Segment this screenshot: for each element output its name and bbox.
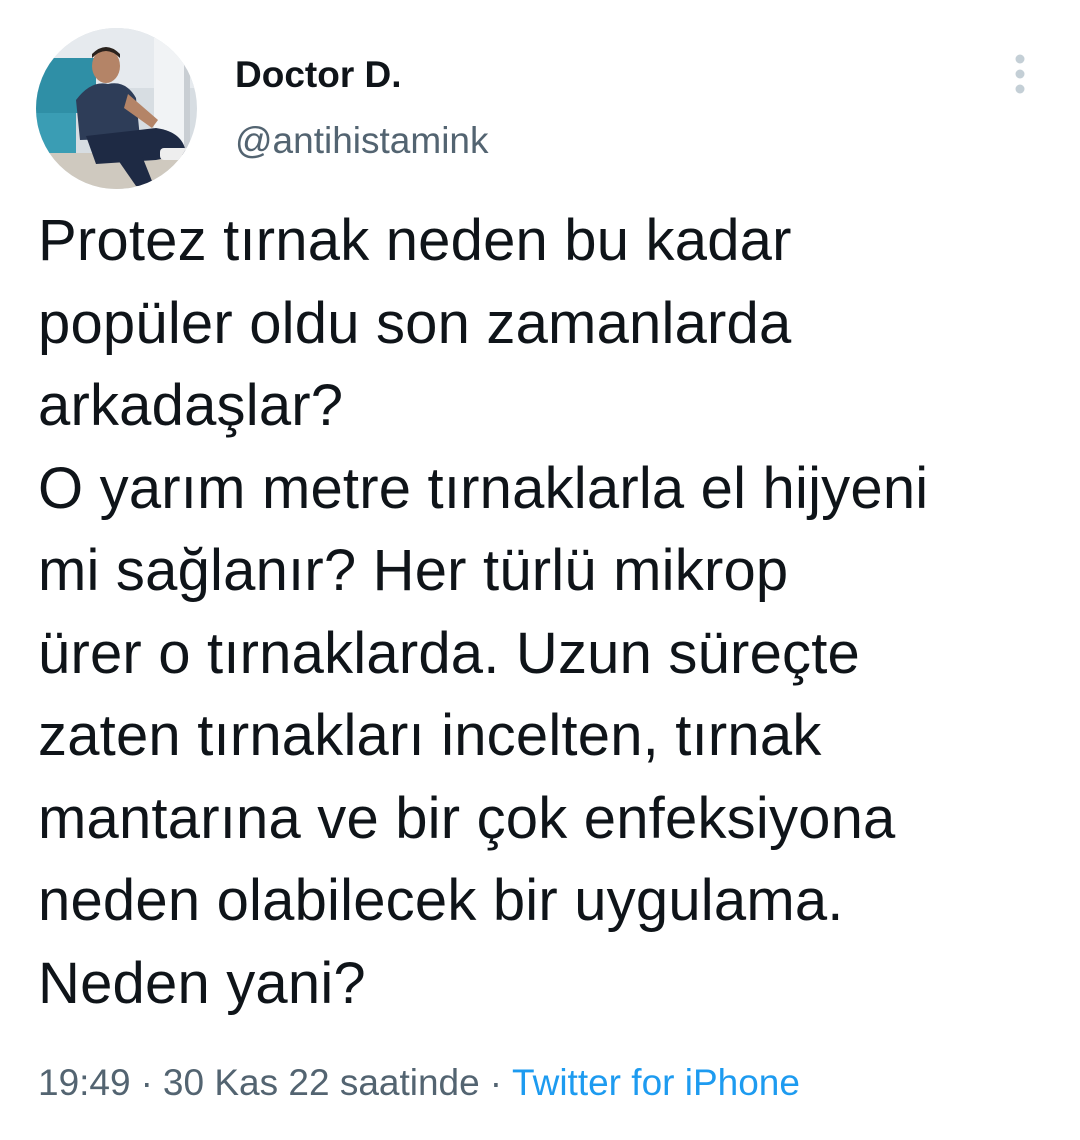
user-handle[interactable]: @antihistamink xyxy=(235,116,489,166)
tweet-source-link[interactable]: Twitter for iPhone xyxy=(512,1062,800,1103)
avatar[interactable] xyxy=(36,28,197,189)
separator: · xyxy=(489,1062,503,1103)
more-options-button[interactable] xyxy=(1000,52,1040,96)
tweet-text: Protez tırnak neden bu kadar popüler old… xyxy=(38,208,929,1016)
tweet-time[interactable]: 19:49 xyxy=(38,1062,131,1103)
profile-photo xyxy=(36,28,197,189)
tweet-date[interactable]: 30 Kas 22 saatinde xyxy=(163,1062,480,1103)
tweet: Doctor D. @antihistamink Protez tırnak n… xyxy=(0,0,1080,1140)
tweet-metadata: 19:49 · 30 Kas 22 saatinde · Twitter for iPh… xyxy=(38,1058,800,1108)
separator: · xyxy=(140,1062,153,1103)
author-block: Doctor D. @antihistamink xyxy=(235,50,489,166)
vertical-ellipsis-icon xyxy=(1015,54,1025,94)
display-name[interactable]: Doctor D. xyxy=(235,50,489,100)
